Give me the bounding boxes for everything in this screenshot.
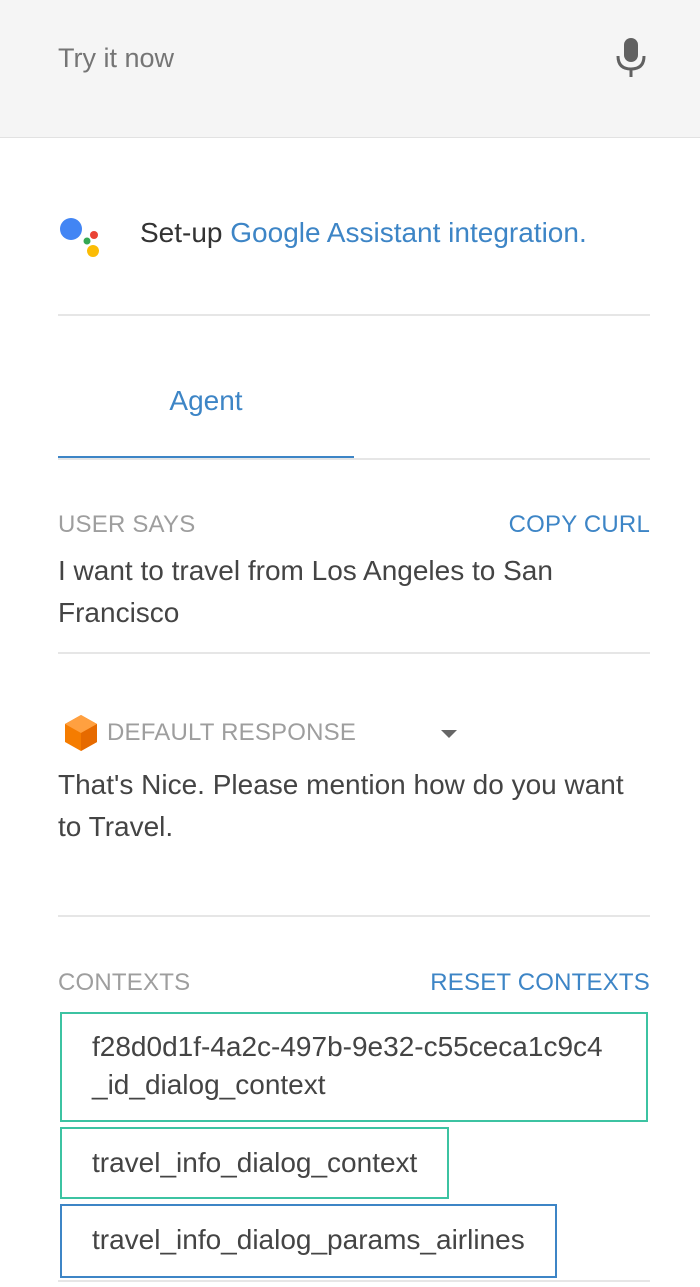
divider [58, 458, 650, 460]
user-says-text: I want to travel from Los Angeles to San… [58, 555, 553, 628]
contexts-label: CONTEXTS [58, 969, 191, 996]
user-says-label: USER SAYS [58, 511, 196, 538]
context-chip[interactable]: f28d0d1f-4a2c-497b-9e32-c55ceca1c9c4_id_… [60, 1012, 648, 1122]
default-response-text: That's Nice. Please mention how do you w… [58, 769, 624, 842]
google-assistant-icon [58, 213, 108, 263]
assistant-integration-link[interactable]: Google Assistant integration. [230, 217, 586, 248]
divider [58, 915, 650, 917]
divider [58, 1280, 650, 1282]
agent-cube-icon [64, 714, 98, 752]
setup-prefix: Set-up [140, 217, 231, 248]
copy-curl-button[interactable]: COPY CURL [509, 511, 650, 539]
assistant-setup-text: Set-up Google Assistant integration. [140, 215, 587, 251]
reset-contexts-button[interactable]: RESET CONTEXTS [430, 969, 650, 997]
context-chip[interactable]: travel_info_dialog_context [60, 1127, 450, 1199]
caret-down-icon[interactable] [438, 727, 460, 741]
tab-agent-label: Agent [169, 385, 243, 416]
query-input[interactable]: Try it now [58, 38, 578, 78]
query-bar: Try it now [0, 0, 700, 138]
divider [58, 314, 650, 316]
divider [58, 652, 650, 654]
tab-agent[interactable]: Agent [58, 370, 354, 460]
default-response-label: DEFAULT RESPONSE [107, 719, 357, 746]
context-chip[interactable]: travel_info_dialog_params_airlines [60, 1204, 557, 1278]
microphone-icon[interactable] [612, 36, 650, 80]
assistant-setup-row: Set-up Google Assistant integration. [58, 205, 650, 265]
